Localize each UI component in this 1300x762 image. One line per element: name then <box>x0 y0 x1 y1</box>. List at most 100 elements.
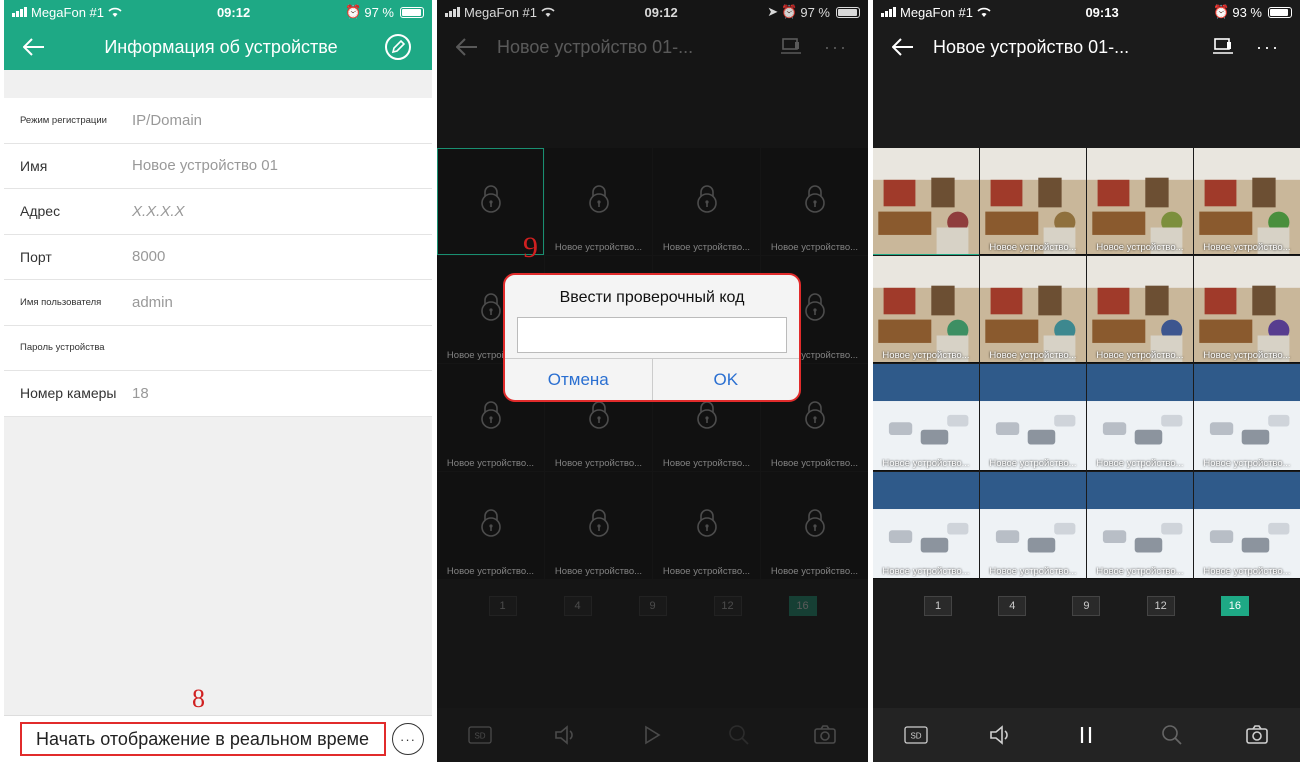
verification-code-dialog: Ввести проверочный код Отмена OK <box>503 273 801 402</box>
camera-number-label: Номер камеры <box>20 385 117 402</box>
row-port[interactable]: Порт 8000 <box>4 235 432 280</box>
camera-cell[interactable] <box>873 148 979 255</box>
address-label: Адрес <box>20 203 61 220</box>
device-info-form: Режим регистрации IP/Domain Имя Новое ус… <box>4 98 432 417</box>
channel-layout-4-button[interactable]: 4 <box>998 596 1027 616</box>
step-marker-8: 8 <box>192 684 205 713</box>
status-bar: MegaFon #1 09:13 ⏰ 93 % <box>873 0 1300 24</box>
back-button[interactable] <box>4 24 64 70</box>
battery-icon <box>1267 6 1292 18</box>
zoom-icon[interactable] <box>1157 720 1187 750</box>
row-username[interactable]: Имя пользователя admin <box>4 280 432 326</box>
row-address[interactable]: Адрес X.X.X.X <box>4 189 432 235</box>
more-options-button[interactable]: ··· <box>392 723 424 755</box>
channel-caption: Новое устройство... <box>989 242 1077 253</box>
channel-caption: Новое устройство... <box>1096 242 1184 253</box>
dialog-title: Ввести проверочный код <box>559 289 745 306</box>
channel-layout-1-button[interactable]: 1 <box>924 596 953 616</box>
alarm-icon: ⏰ <box>1213 4 1230 19</box>
channel-caption: Новое устройство... <box>1203 566 1291 577</box>
row-password[interactable]: Пароль устройства <box>4 326 432 371</box>
back-button[interactable] <box>873 24 933 70</box>
start-live-view-button[interactable]: Начать отображение в реальном време <box>20 722 386 756</box>
camera-feed <box>1194 364 1300 470</box>
play-pause-icon[interactable] <box>1071 720 1101 750</box>
camera-cell[interactable]: Новое устройство... <box>1194 472 1300 579</box>
row-camera-number[interactable]: Номер камеры 18 <box>4 371 432 417</box>
registration-mode-value: IP/Domain <box>132 111 203 129</box>
camera-feed <box>1087 364 1193 470</box>
camera-cell[interactable]: Новое устройство... <box>1087 148 1193 255</box>
carrier-name: MegaFon #1 <box>900 4 973 20</box>
ellipsis-icon: ··· <box>400 731 416 747</box>
camera-feed <box>1087 256 1193 362</box>
camera-feed <box>980 256 1086 362</box>
camera-feed <box>980 148 1086 254</box>
channel-caption: Новое устройство... <box>1096 350 1184 361</box>
camera-feed <box>873 364 979 470</box>
speaker-icon[interactable] <box>986 720 1016 750</box>
pencil-icon <box>385 34 411 60</box>
camera-cell[interactable]: Новое устройство... <box>980 364 1086 471</box>
signal-icon <box>881 7 896 17</box>
camera-cell[interactable]: Новое устройство... <box>873 364 979 471</box>
edit-button[interactable] <box>378 27 418 67</box>
cancel-button[interactable]: Отмена <box>505 359 652 400</box>
camera-feed <box>873 256 979 362</box>
channel-caption: Новое устройство... <box>1203 458 1291 469</box>
name-label: Имя <box>20 157 48 174</box>
name-value: Новое устройство 01 <box>132 157 278 175</box>
camera-snapshot-icon[interactable] <box>1242 720 1272 750</box>
channel-layout-9-button[interactable]: 9 <box>1072 596 1101 616</box>
row-name[interactable]: Имя Новое устройство 01 <box>4 144 432 189</box>
password-label: Пароль устройства <box>20 342 105 354</box>
wifi-icon <box>108 7 122 17</box>
camera-grid: Новое устройство... Новое устройство... Но… <box>873 148 1300 579</box>
camera-cell[interactable]: Новое устройство... <box>1087 364 1193 471</box>
screen-cast-icon[interactable] <box>1212 38 1234 56</box>
camera-feed <box>1194 256 1300 362</box>
address-value: X.X.X.X <box>132 202 185 220</box>
camera-cell[interactable]: Новое устройство... <box>873 256 979 363</box>
clock: 09:12 <box>216 4 251 20</box>
sd-icon[interactable]: SD <box>901 720 931 750</box>
channel-caption: Новое устройство... <box>989 350 1077 361</box>
camera-cell[interactable]: Новое устройство... <box>1087 472 1193 579</box>
camera-feed <box>873 148 979 254</box>
page-title: Информация об устройстве <box>104 36 338 57</box>
camera-cell[interactable]: Новое устройство... <box>1194 256 1300 363</box>
channel-caption: Новое устройство... <box>882 566 970 577</box>
signal-icon <box>12 7 27 17</box>
channel-layout-16-button[interactable]: 16 <box>1220 596 1249 616</box>
ok-button[interactable]: OK <box>651 359 800 400</box>
camera-cell[interactable]: Новое устройство... <box>980 472 1086 579</box>
camera-feed <box>980 364 1086 470</box>
header: Информация об устройстве <box>4 24 432 70</box>
verification-code-input[interactable] <box>517 317 787 353</box>
page-title: Новое устройство 01-... <box>933 36 1130 57</box>
camera-feed <box>1087 148 1193 254</box>
camera-cell[interactable]: Новое устройство... <box>873 472 979 579</box>
camera-cell[interactable]: Новое устройство... <box>980 256 1086 363</box>
channel-caption: Новое устройство... <box>989 458 1077 469</box>
username-label: Имя пользователя <box>20 296 102 308</box>
channel-caption: Новое устройство... <box>989 566 1077 577</box>
more-menu-icon[interactable]: ··· <box>1256 37 1280 58</box>
channel-caption: Новое устройство... <box>1096 458 1184 469</box>
username-value: admin <box>132 293 173 311</box>
channel-caption: Новое устройство... <box>882 350 970 361</box>
battery-percent: 93 % <box>1232 4 1262 20</box>
channel-caption: Новое устройство... <box>1203 242 1291 253</box>
camera-feed <box>873 472 979 578</box>
camera-cell[interactable]: Новое устройство... <box>1194 148 1300 255</box>
channel-layout-12-button[interactable]: 12 <box>1146 596 1175 616</box>
bottom-bar: Начать отображение в реальном време ··· <box>4 715 432 762</box>
camera-cell[interactable]: Новое устройство... <box>1194 364 1300 471</box>
camera-cell[interactable]: Новое устройство... <box>980 148 1086 255</box>
row-registration-mode[interactable]: Режим регистрации IP/Domain <box>4 98 432 144</box>
device-info-screen: MegaFon #1 09:12 ⏰ 97 % Информация об ус… <box>4 0 432 762</box>
camera-number-value: 18 <box>132 384 149 402</box>
camera-cell[interactable]: Новое устройство... <box>1087 256 1193 363</box>
port-value: 8000 <box>132 248 166 266</box>
camera-feed <box>980 472 1086 578</box>
